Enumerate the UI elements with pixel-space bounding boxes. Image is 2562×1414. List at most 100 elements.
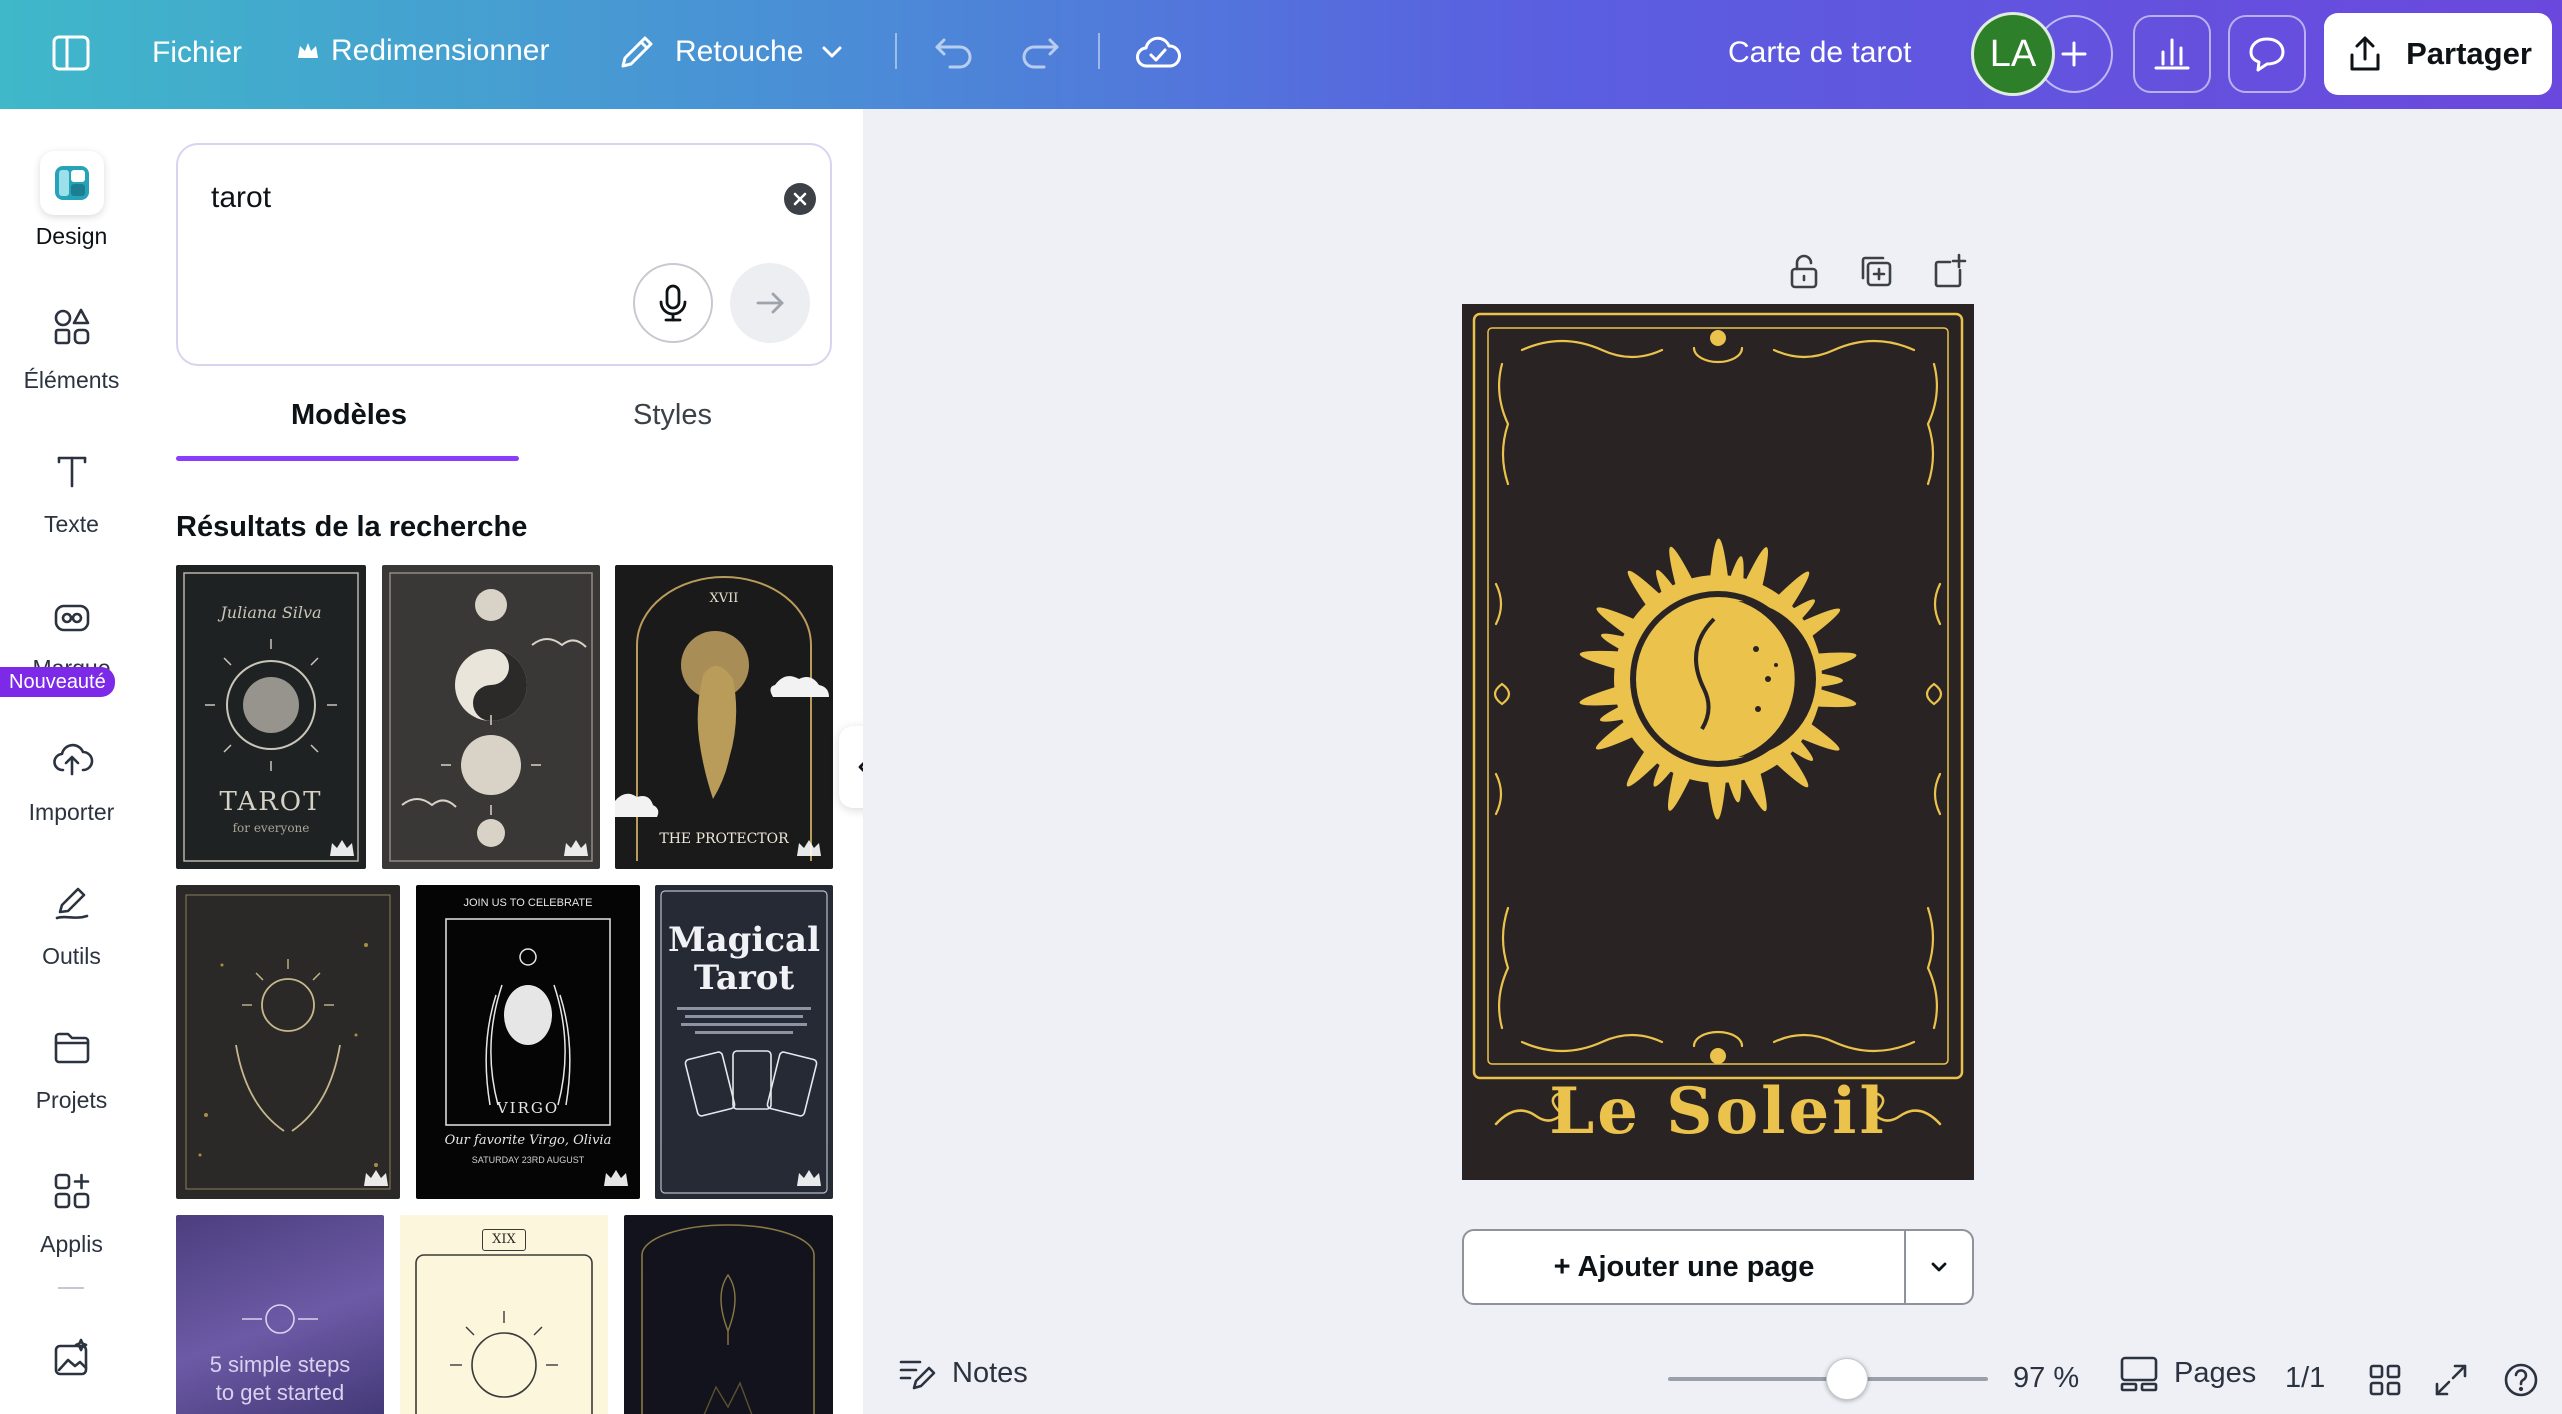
left-navigation-rail: Design Éléments Texte Marque Nouveauté (0, 109, 143, 1414)
pages-icon (2120, 1356, 2158, 1392)
search-input[interactable]: tarot (211, 181, 271, 215)
card-title[interactable]: Le Soleil (1462, 1074, 1974, 1149)
template-steps-text: 5 simple steps to get started (176, 1351, 384, 1407)
search-box[interactable]: tarot (176, 143, 832, 366)
notes-button[interactable]: Notes (896, 1352, 1028, 1394)
grid-view-button[interactable] (2363, 1358, 2407, 1402)
file-menu-button[interactable]: Fichier (152, 36, 242, 70)
premium-crown-icon (797, 1170, 821, 1186)
plus-icon (2061, 41, 2087, 67)
grid-icon (2369, 1364, 2401, 1396)
share-label: Partager (2406, 36, 2532, 71)
active-tab-indicator (176, 456, 519, 461)
redo-button[interactable] (1018, 32, 1062, 72)
menu-toggle-button[interactable] (48, 30, 94, 76)
template-thumbnail[interactable] (382, 565, 600, 869)
virgo-woman-icon (445, 918, 611, 1126)
design-page[interactable]: Le Soleil (1462, 304, 1974, 1180)
comments-button[interactable] (2228, 15, 2306, 93)
folder-icon (40, 1015, 104, 1079)
design-icon (39, 151, 104, 215)
tab-styles[interactable]: Styles (633, 399, 712, 432)
zoom-level[interactable]: 97 % (2013, 1362, 2079, 1395)
template-thumbnail[interactable]: JOIN US TO CELEBRATE VIRGO Our favorite … (416, 885, 640, 1199)
submit-search-button[interactable] (730, 263, 810, 343)
toolbar-divider (895, 33, 897, 69)
share-upload-icon (2350, 36, 2380, 71)
notes-label: Notes (952, 1356, 1028, 1389)
edit-menu-button[interactable]: Retouche (615, 30, 847, 74)
undo-button[interactable] (932, 32, 976, 72)
rail-label-apps: Applis (40, 1231, 103, 1257)
help-icon (2504, 1363, 2538, 1397)
owl-arch-icon (615, 576, 829, 861)
template-thumbnail[interactable]: 5 simple steps to get started (176, 1215, 384, 1414)
magic-image-icon (40, 1327, 104, 1391)
chevron-down-icon (822, 46, 842, 58)
rail-item-apps[interactable]: Applis (0, 1159, 143, 1258)
resize-button[interactable]: Redimensionner (295, 34, 549, 68)
rail-item-design[interactable]: Design (0, 151, 143, 250)
template-thumbnail[interactable]: Juliana Silva TAROT for everyone (176, 565, 366, 869)
fullscreen-button[interactable] (2429, 1358, 2473, 1402)
template-thumbnail[interactable]: XVII THE PROTECTOR (615, 565, 833, 869)
rail-item-upload[interactable]: Importer (0, 727, 143, 826)
add-page-options-button[interactable] (1906, 1231, 1972, 1303)
zoom-slider-handle[interactable] (1826, 1358, 1869, 1400)
save-status-button[interactable] (1134, 30, 1182, 76)
rail-label-design: Design (35, 223, 108, 249)
share-button[interactable]: Partager (2324, 13, 2552, 95)
pages-label: Pages (2174, 1356, 2257, 1389)
insights-button[interactable] (2133, 15, 2211, 93)
template-thumbnail[interactable] (176, 885, 400, 1199)
lock-button[interactable] (1782, 249, 1826, 293)
microphone-icon (659, 284, 687, 322)
rail-item-magic-media[interactable] (0, 1327, 143, 1391)
rail-label-tools: Outils (42, 943, 101, 969)
voice-search-button[interactable] (633, 263, 713, 343)
arrow-right-icon (756, 292, 784, 314)
premium-crown-icon (797, 840, 821, 856)
bar-chart-icon (2154, 38, 2190, 70)
canvas-area: Le Soleil + Ajouter une page (863, 109, 2562, 1414)
help-button[interactable] (2499, 1358, 2543, 1402)
rail-item-elements[interactable]: Éléments (0, 295, 143, 394)
rail-label-elements: Éléments (23, 367, 120, 393)
feather-crystal-icon (641, 1224, 815, 1414)
rail-item-projects[interactable]: Projets (0, 1015, 143, 1114)
template-headline-line1: Magical (667, 920, 820, 960)
hands-sun-icon (185, 894, 391, 1190)
top-bar: Fichier Redimensionner Retouche Carte de… (0, 0, 2562, 109)
undo-icon (935, 38, 972, 69)
document-title[interactable]: Carte de tarot (1728, 36, 1911, 70)
clear-search-button[interactable] (784, 183, 816, 215)
rail-divider (58, 1287, 84, 1289)
template-date-line: SATURDAY 23RD AUGUST (471, 1155, 585, 1165)
premium-crown-icon (564, 840, 588, 856)
yin-yang-sun-icon (389, 572, 593, 862)
elements-icon (40, 295, 104, 359)
user-avatar[interactable]: LA (1971, 12, 2055, 96)
pages-button[interactable]: Pages (2118, 1352, 2256, 1394)
duplicate-page-button[interactable] (1854, 249, 1898, 293)
premium-crown-icon (330, 840, 354, 856)
rail-item-text[interactable]: Texte (0, 439, 143, 538)
crown-icon (298, 43, 318, 58)
tab-templates[interactable]: Modèles (291, 399, 407, 432)
template-thumbnail[interactable] (624, 1215, 833, 1414)
template-headline: Magical Tarot (655, 921, 833, 997)
comment-icon (2249, 37, 2285, 72)
expand-icon (2435, 1364, 2467, 1396)
sidebar-toggle-icon (52, 35, 90, 71)
add-page-icon (1934, 253, 1967, 288)
template-thumbnail[interactable]: Magical Tarot (655, 885, 833, 1199)
sun-moon-illustration-icon (1472, 312, 1964, 1126)
notes-icon (899, 1360, 936, 1390)
template-thumbnail[interactable]: XIX (400, 1215, 608, 1414)
template-steps-line1: 5 simple steps (209, 1352, 351, 1377)
edit-label: Retouche (675, 35, 804, 68)
add-page-button[interactable]: + Ajouter une page (1464, 1231, 1904, 1303)
add-page-icon-button[interactable] (1927, 249, 1971, 293)
tools-icon (40, 871, 104, 935)
rail-item-tools[interactable]: Outils (0, 871, 143, 970)
